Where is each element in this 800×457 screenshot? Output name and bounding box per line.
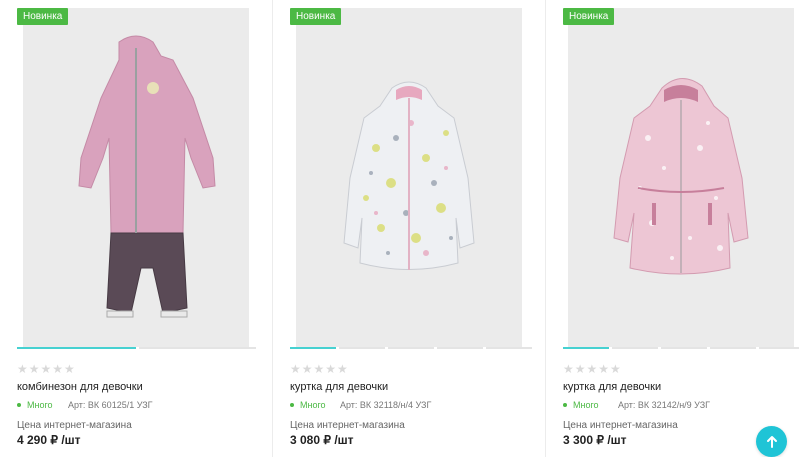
price-label: Цена интернет-магазина [17,420,132,431]
product-price: 3 300 ₽ /шт [563,433,627,447]
stock-status: Много [563,400,599,410]
slider-dot[interactable] [612,347,658,349]
image-slider-dots[interactable] [563,347,799,349]
scroll-to-top-button[interactable] [756,426,787,457]
new-badge: Новинка [563,8,615,25]
slider-dot[interactable] [437,347,483,349]
pink-coverall-icon [78,35,216,318]
product-image[interactable] [23,8,249,347]
slider-dot[interactable] [486,347,532,349]
price-label: Цена интернет-магазина [563,420,678,431]
rating-stars[interactable]: ★★★★★ [563,362,622,376]
new-badge: Новинка [17,8,69,25]
product-price: 3 080 ₽ /шт [290,433,354,447]
slider-dot[interactable] [759,347,799,349]
product-name[interactable]: комбинезон для девочки [17,381,143,393]
product-name[interactable]: куртка для девочки [563,381,661,393]
slider-dot[interactable] [563,347,609,349]
rating-stars[interactable]: ★★★★★ [290,362,349,376]
product-image[interactable] [568,8,794,347]
pink-jacket-icon [613,78,749,275]
product-sku: Арт: ВК 60125/1 УЗГ [68,400,153,410]
image-slider-dots[interactable] [290,347,532,349]
product-sku: Арт: ВК 32118/н/4 УЗГ [340,400,432,410]
new-badge: Новинка [290,8,342,25]
product-card[interactable]: Новинка ★★★★★ комбинезон для девочки Мно… [0,0,272,457]
slider-dot[interactable] [17,347,136,349]
price-label: Цена интернет-магазина [290,420,405,431]
product-name[interactable]: куртка для девочки [290,381,388,393]
slider-dot[interactable] [139,347,256,349]
arrow-up-icon [766,435,777,448]
stock-status: Много [290,400,326,410]
stock-status: Много [17,400,53,410]
slider-dot[interactable] [388,347,434,349]
product-image[interactable] [296,8,522,347]
slider-dot[interactable] [710,347,756,349]
stock-dot-icon [563,403,567,407]
rating-stars[interactable]: ★★★★★ [17,362,76,376]
product-card[interactable]: Новинка ★★★★★ куртка для девочки Много А… [273,0,545,457]
product-card[interactable]: Новинка ★★★★★ куртка для девочки Много А… [546,0,800,457]
slider-dot[interactable] [339,347,385,349]
stock-dot-icon [290,403,294,407]
floral-jacket-icon [343,81,475,270]
product-sku: Арт: ВК 32142/н/9 УЗГ [618,400,711,410]
slider-dot[interactable] [661,347,707,349]
product-grid: Новинка ★★★★★ комбинезон для девочки Мно… [0,0,800,457]
image-slider-dots[interactable] [17,347,256,349]
stock-dot-icon [17,403,21,407]
product-price: 4 290 ₽ /шт [17,433,81,447]
slider-dot[interactable] [290,347,336,349]
